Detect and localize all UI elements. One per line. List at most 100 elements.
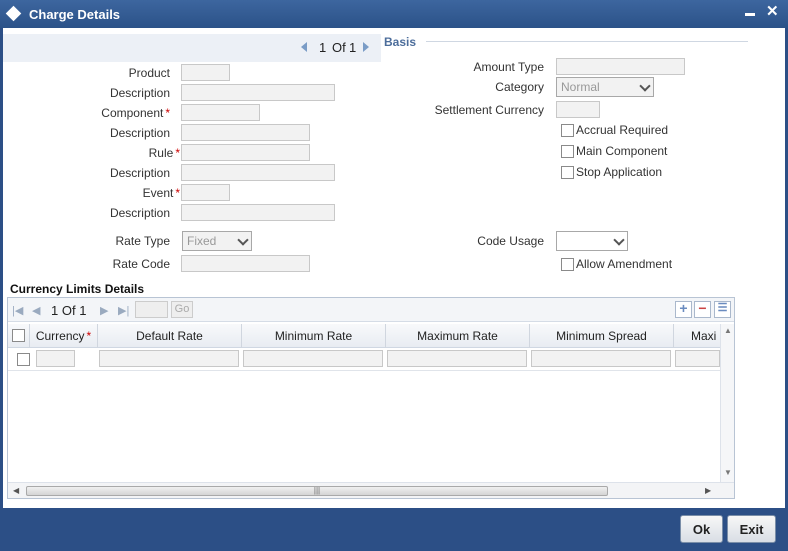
column-header-minimum-rate[interactable]: Minimum Rate — [242, 324, 386, 348]
select-all-checkbox[interactable] — [12, 329, 25, 342]
component-label: Component * — [101, 106, 170, 120]
column-header-currency[interactable]: Currency * — [30, 324, 98, 348]
product-label: Product — [128, 66, 170, 80]
row-divider — [8, 370, 720, 371]
rule-description-label: Description — [109, 166, 170, 180]
rate-code-label: Rate Code — [112, 257, 170, 271]
minimum-spread-cell-input[interactable] — [531, 350, 671, 367]
chevron-down-icon — [613, 234, 625, 246]
window-title: Charge Details — [29, 7, 121, 22]
grid-header: Currency * Default Rate Minimum Rate Maxi… — [8, 324, 720, 348]
next-record-icon[interactable] — [363, 42, 369, 52]
category-select[interactable]: Normal — [556, 77, 654, 97]
scroll-left-icon[interactable]: ◀ — [13, 486, 19, 495]
main-component-checkbox[interactable] — [561, 145, 574, 158]
page-number-input[interactable] — [135, 301, 168, 318]
horizontal-scrollbar[interactable]: ◀ ||| ▶ — [8, 482, 734, 498]
basis-divider — [426, 41, 748, 42]
rate-type-select[interactable]: Fixed — [182, 231, 252, 251]
column-header-maximum-rate[interactable]: Maximum Rate — [386, 324, 530, 348]
settlement-currency-label: Settlement Currency — [434, 103, 544, 117]
currency-limits-grid: |◀ ◀ 1 Of 1 ▶ ▶| Go + − ☰ Currency * Defa… — [7, 297, 735, 499]
rule-label: Rule * — [148, 146, 180, 160]
amount-type-input[interactable] — [556, 58, 685, 75]
category-value: Normal — [561, 80, 600, 94]
stop-application-checkbox[interactable] — [561, 166, 574, 179]
currency-limits-title: Currency Limits Details — [10, 282, 145, 296]
record-pager-total: 1 — [349, 40, 357, 55]
chevron-down-icon — [639, 80, 651, 92]
component-required-mark: * — [165, 106, 170, 120]
last-page-icon[interactable]: ▶| — [118, 304, 129, 317]
currency-cell-input[interactable] — [36, 350, 75, 367]
footer-bar — [0, 508, 788, 551]
scroll-right-icon[interactable]: ▶ — [705, 486, 711, 495]
previous-page-icon[interactable]: ◀ — [32, 304, 40, 317]
go-button[interactable]: Go — [171, 301, 193, 318]
grid-pager: 1 Of 1 — [51, 303, 86, 318]
event-required-mark: * — [175, 186, 180, 200]
window-diamond-icon — [5, 5, 22, 22]
grid-pager-current: 1 — [51, 303, 59, 318]
ok-button[interactable]: Ok — [680, 515, 723, 543]
product-description-input[interactable] — [181, 84, 335, 101]
product-input[interactable] — [181, 64, 230, 81]
maximum-rate-cell-input[interactable] — [387, 350, 527, 367]
select-all-cell — [8, 324, 30, 348]
rule-input[interactable] — [181, 144, 310, 161]
column-header-maximum-spread[interactable]: Maxi — [674, 324, 720, 348]
component-description-input[interactable] — [181, 124, 310, 141]
event-description-label: Description — [109, 206, 170, 220]
category-label: Category — [495, 80, 544, 94]
allow-amendment-label: Allow Amendment — [576, 257, 673, 271]
chevron-down-icon — [237, 234, 249, 246]
stop-application-label: Stop Application — [576, 165, 663, 179]
first-page-icon[interactable]: |◀ — [12, 304, 23, 317]
previous-record-icon[interactable] — [301, 42, 307, 52]
event-description-input[interactable] — [181, 204, 335, 221]
scroll-up-icon[interactable]: ▲ — [724, 326, 732, 335]
grid-toolbar: |◀ ◀ 1 Of 1 ▶ ▶| Go + − ☰ — [8, 298, 734, 322]
scroll-down-icon[interactable]: ▼ — [724, 468, 732, 477]
amount-type-label: Amount Type — [473, 60, 545, 74]
vertical-scrollbar[interactable]: ▲ ▼ — [720, 324, 734, 482]
rule-required-mark: * — [175, 146, 180, 160]
rule-description-input[interactable] — [181, 164, 335, 181]
record-pager-current: 1 — [319, 40, 327, 55]
accrual-required-checkbox[interactable] — [561, 124, 574, 137]
rate-type-value: Fixed — [187, 234, 217, 248]
allow-amendment-checkbox[interactable] — [561, 258, 574, 271]
column-header-minimum-spread[interactable]: Minimum Spread — [530, 324, 674, 348]
currency-required-mark: * — [86, 329, 92, 343]
main-component-label: Main Component — [576, 144, 668, 158]
accrual-required-label: Accrual Required — [576, 123, 669, 137]
default-rate-cell-input[interactable] — [99, 350, 239, 367]
rate-type-label: Rate Type — [115, 234, 170, 248]
horizontal-scroll-thumb[interactable]: ||| — [26, 486, 608, 496]
column-header-default-rate[interactable]: Default Rate — [98, 324, 242, 348]
component-input[interactable] — [181, 104, 260, 121]
component-description-label: Description — [109, 126, 170, 140]
minimize-icon[interactable]: ▬ — [745, 8, 755, 19]
grid-pager-total: 1 — [79, 303, 87, 318]
add-row-icon[interactable]: + — [675, 301, 692, 318]
close-icon[interactable]: ✕ — [766, 2, 779, 20]
exit-button[interactable]: Exit — [727, 515, 776, 543]
maximum-spread-cell-input[interactable] — [675, 350, 720, 367]
record-pager-of: Of — [332, 40, 346, 55]
code-usage-label: Code Usage — [477, 234, 544, 248]
row-select-checkbox[interactable] — [17, 353, 30, 366]
minimum-rate-cell-input[interactable] — [243, 350, 383, 367]
rate-code-input[interactable] — [181, 255, 310, 272]
settlement-currency-input[interactable] — [556, 101, 600, 118]
grid-pager-of: Of — [61, 303, 76, 318]
event-label: Event * — [142, 186, 180, 200]
event-input[interactable] — [181, 184, 230, 201]
next-page-icon[interactable]: ▶ — [100, 304, 108, 317]
delete-row-icon[interactable]: − — [694, 301, 711, 318]
single-view-icon[interactable]: ☰ — [714, 301, 731, 318]
basis-legend: Basis — [384, 35, 417, 49]
product-description-label: Description — [109, 86, 170, 100]
title-bar: Charge Details ▬ ✕ — [0, 0, 788, 28]
code-usage-select[interactable] — [556, 231, 628, 251]
